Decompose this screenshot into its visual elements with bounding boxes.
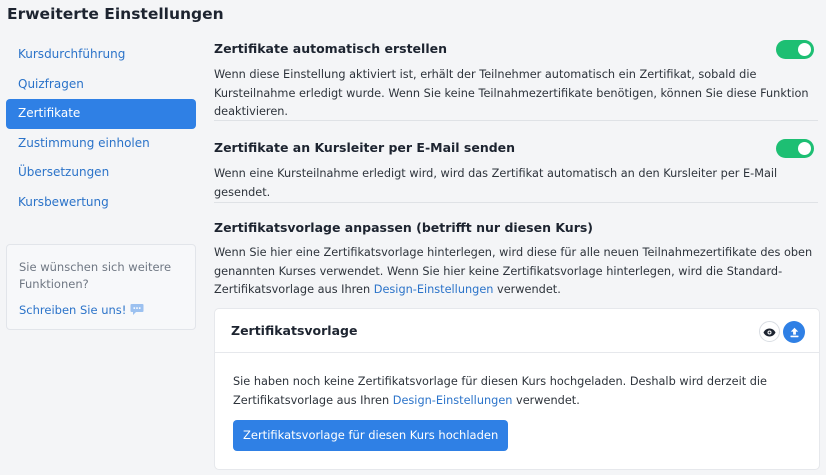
page-title: Erweiterte Einstellungen: [7, 5, 224, 23]
divider: [214, 202, 818, 203]
divider: [214, 120, 818, 121]
template-card-title: Zertifikatsvorlage: [231, 323, 358, 338]
template-card-body: Sie haben noch keine Zertifikatsvorlage …: [233, 373, 793, 410]
sidebar-item-quizfragen[interactable]: Quizfragen: [6, 70, 196, 100]
toggle-knob: [798, 43, 811, 56]
setting-title-template: Zertifikatsvorlage anpassen (betrifft nu…: [214, 220, 594, 235]
card-body-suffix: verwendet.: [512, 393, 580, 407]
design-settings-link[interactable]: Design-Einstellungen: [374, 283, 494, 296]
upload-icon-button[interactable]: [783, 321, 805, 343]
help-box: Sie wünschen sich weitere Funktionen? Sc…: [6, 244, 196, 330]
sidebar-nav: Kursdurchführung Quizfragen Zertifikate …: [6, 40, 196, 217]
contact-link-label: Schreiben Sie uns!: [19, 303, 127, 317]
setting-title-auto-certificates: Zertifikate automatisch erstellen: [214, 41, 447, 56]
upload-icon: [789, 323, 800, 342]
toggle-knob: [798, 142, 811, 155]
chat-bubble-icon: [130, 303, 144, 321]
contact-link[interactable]: Schreiben Sie uns!: [19, 302, 144, 321]
template-card: Zertifikatsvorlage Sie haben noch keine …: [214, 308, 820, 470]
preview-button[interactable]: [759, 321, 780, 342]
help-text: Sie wünschen sich weitere Funktionen?: [19, 260, 172, 291]
sidebar-item-kursbewertung[interactable]: Kursbewertung: [6, 188, 196, 218]
send-to-instructor-toggle[interactable]: [776, 139, 814, 158]
template-card-header: Zertifikatsvorlage: [215, 309, 819, 353]
setting-title-send-to-instructor: Zertifikate an Kursleiter per E-Mail sen…: [214, 140, 516, 155]
auto-certificates-toggle[interactable]: [776, 40, 814, 59]
card-design-settings-link[interactable]: Design-Einstellungen: [393, 394, 513, 407]
sidebar-item-zustimmung[interactable]: Zustimmung einholen: [6, 129, 196, 159]
template-desc-suffix: verwendet.: [493, 283, 561, 296]
setting-desc-auto-certificates: Wenn diese Einstellung aktiviert ist, er…: [214, 68, 809, 118]
setting-desc-template: Wenn Sie hier eine Zertifikatsvorlage hi…: [214, 244, 818, 300]
eye-icon: [763, 322, 776, 341]
sidebar-item-kursdurchfuehrung[interactable]: Kursdurchführung: [6, 40, 196, 70]
upload-template-button[interactable]: Zertifikatsvorlage für diesen Kurs hochl…: [233, 420, 509, 451]
sidebar-item-uebersetzungen[interactable]: Übersetzungen: [6, 158, 196, 188]
setting-desc-send-to-instructor: Wenn eine Kursteilnahme erledigt wird, w…: [214, 167, 778, 199]
sidebar-item-zertifikate[interactable]: Zertifikate: [6, 99, 196, 129]
